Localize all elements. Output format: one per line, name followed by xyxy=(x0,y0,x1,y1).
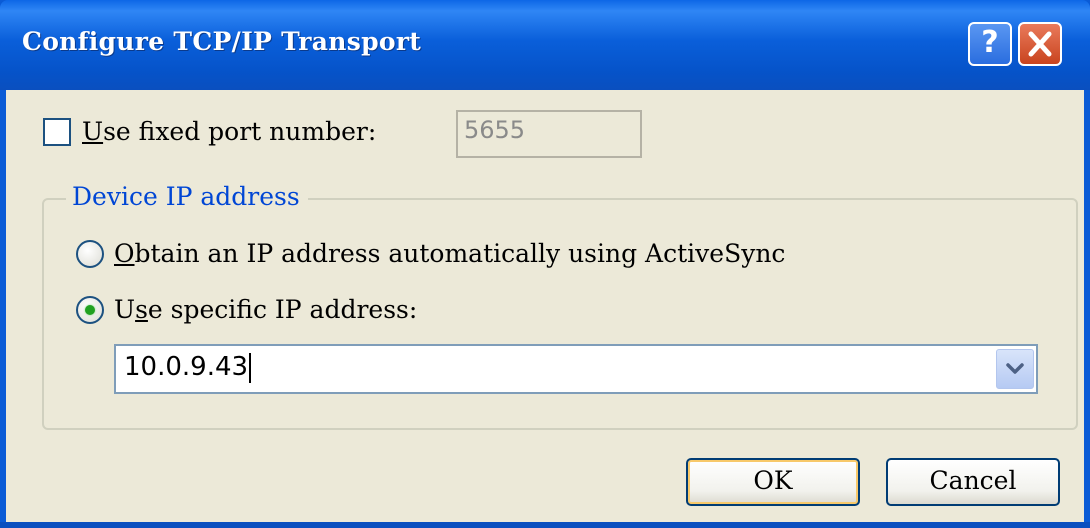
radio-use-specific-ip[interactable] xyxy=(76,296,104,324)
port-number-input: 5655 xyxy=(456,110,642,158)
radio-use-specific-ip-label[interactable]: Use specific IP address: xyxy=(114,295,417,324)
device-ip-group-title: Device IP address xyxy=(66,182,308,211)
radio-obtain-automatically-label[interactable]: Obtain an IP address automatically using… xyxy=(114,239,785,268)
ok-button[interactable]: OK xyxy=(686,458,860,506)
title-bar[interactable]: Configure TCP/IP Transport ? xyxy=(0,0,1090,90)
dialog-body: Use fixed port number: 5655 Device IP ad… xyxy=(6,90,1084,522)
window-bottom-border xyxy=(0,522,1090,528)
radio-selected-dot xyxy=(85,305,95,315)
fixed-port-label[interactable]: Use fixed port number: xyxy=(82,117,376,146)
dialog-window: Configure TCP/IP Transport ? Use fixed p… xyxy=(0,0,1090,528)
text-cursor xyxy=(249,352,252,383)
help-button[interactable]: ? xyxy=(968,22,1012,66)
radio-obtain-automatically[interactable] xyxy=(76,240,104,268)
ip-address-input[interactable]: 10.0.9.43 xyxy=(124,352,252,383)
window-title: Configure TCP/IP Transport xyxy=(22,27,422,56)
ip-dropdown-button[interactable] xyxy=(996,349,1034,389)
fixed-port-checkbox[interactable] xyxy=(43,118,71,146)
chevron-down-icon xyxy=(1006,363,1024,374)
close-button[interactable] xyxy=(1018,22,1062,66)
cancel-button[interactable]: Cancel xyxy=(886,458,1060,506)
close-icon xyxy=(1028,31,1052,57)
ip-address-combobox[interactable]: 10.0.9.43 xyxy=(114,344,1038,394)
